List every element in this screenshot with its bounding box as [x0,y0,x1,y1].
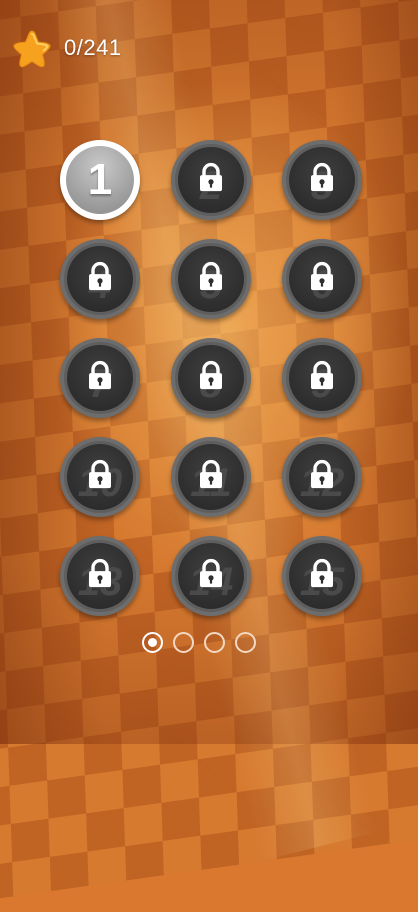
level-button-14[interactable]: 14 [171,536,251,616]
lock-icon [200,261,222,291]
level-number: 1 [87,155,113,204]
level-button-face: 7 [67,345,133,411]
level-button-face: 11 [178,444,244,510]
level-button-face: 12 [289,444,355,510]
level-button-face: 9 [289,345,355,411]
level-button-face: 5 [178,246,244,312]
level-button-face: 14 [178,543,244,609]
level-button-15[interactable]: 15 [282,536,362,616]
level-button-11[interactable]: 11 [171,437,251,517]
level-button-9[interactable]: 9 [282,338,362,418]
level-button-face: 13 [67,543,133,609]
lock-icon [200,558,222,588]
lock-icon [200,459,222,489]
lock-icon [311,558,333,588]
page-dot-3[interactable] [204,632,225,653]
level-button-3[interactable]: 3 [282,140,362,220]
page-dot-4[interactable] [235,632,256,653]
level-button-face: 2 [178,147,244,213]
level-button-8[interactable]: 8 [171,338,251,418]
level-button-face: 3 [289,147,355,213]
score-counter: 0/241 [64,35,122,60]
level-button-face: 1 [66,146,134,214]
level-button-2[interactable]: 2 [171,140,251,220]
lock-icon [311,360,333,390]
level-button-face: 6 [289,246,355,312]
level-button-1[interactable]: 1 [60,140,140,220]
lock-icon [311,261,333,291]
level-button-13[interactable]: 13 [60,536,140,616]
lock-icon [311,459,333,489]
level-button-6[interactable]: 6 [282,239,362,319]
page-indicator [142,632,256,653]
level-grid: 123456789101112131415 [60,140,362,616]
level-button-4[interactable]: 4 [60,239,140,319]
lock-icon [311,162,333,192]
lock-icon [89,261,111,291]
level-button-5[interactable]: 5 [171,239,251,319]
page-dot-1[interactable] [142,632,163,653]
lock-icon [200,162,222,192]
star-icon [13,30,51,68]
page-dot-2[interactable] [173,632,194,653]
level-button-face: 10 [67,444,133,510]
level-button-10[interactable]: 10 [60,437,140,517]
level-button-12[interactable]: 12 [282,437,362,517]
lock-icon [89,459,111,489]
lock-icon [89,558,111,588]
level-button-face: 15 [289,543,355,609]
level-button-face: 8 [178,345,244,411]
lock-icon [200,360,222,390]
lock-icon [89,360,111,390]
level-button-face: 4 [67,246,133,312]
level-button-7[interactable]: 7 [60,338,140,418]
score-header: 0/241 [12,28,122,68]
